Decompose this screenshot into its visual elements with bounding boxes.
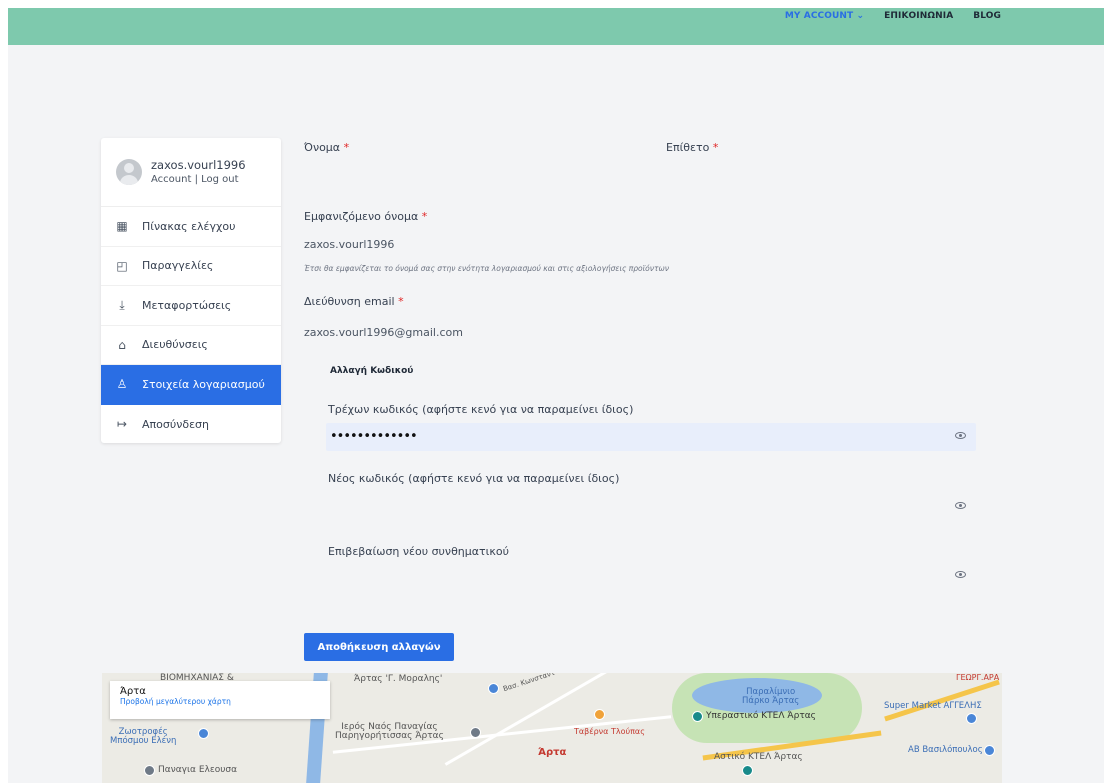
top-nav-links: MY ACCOUNT ⌄ ΕΠΙΚΟΙΝΩΝΙΑ BLOG — [785, 11, 1001, 21]
sidebar-item-downloads[interactable]: ⤓ Μεταφορτώσεις — [101, 286, 281, 326]
shop-pin-icon — [984, 745, 995, 756]
show-password-eye-icon[interactable] — [955, 432, 966, 439]
last-name-label-text: Επίθετο — [666, 141, 710, 154]
confirm-password-field[interactable] — [326, 562, 976, 590]
password-section-title: Αλλαγή Κωδικού — [330, 366, 414, 376]
new-password-label: Νέος κωδικός (αφήστε κενό για να παραμεί… — [328, 472, 620, 485]
street — [444, 673, 620, 766]
sidebar-item-label: Αποσύνδεση — [142, 417, 209, 431]
blog-link[interactable]: BLOG — [973, 11, 1001, 21]
sidebar-item-label: Πίνακας ελέγχου — [142, 219, 236, 233]
logout-icon: ↦ — [116, 417, 128, 432]
sidebar-item-account-details[interactable]: ♙ Στοιχεία λογαριασμού — [101, 365, 281, 405]
confirm-password-label: Επιβεβαίωση νέου συνθηματικού — [328, 545, 509, 558]
current-password-label: Τρέχων κωδικός (αφήστε κενό για να παραμ… — [328, 403, 634, 416]
required-mark: * — [712, 141, 719, 154]
required-mark: * — [343, 141, 350, 154]
map-pin-icon — [488, 683, 499, 694]
sidebar-item-logout[interactable]: ↦ Αποσύνδεση — [101, 405, 281, 444]
display-name-label: Εμφανιζόμενο όνομα * — [304, 210, 427, 223]
larger-map-link[interactable]: Προβολή μεγαλύτερου χάρτη — [120, 697, 320, 706]
download-icon: ⤓ — [119, 297, 125, 312]
map-label-street-kwnst: Βασ. Κωνσταντ — [502, 673, 556, 694]
link-separator: | — [191, 174, 202, 185]
first-name-field[interactable] — [304, 160, 644, 188]
current-password-value: ••••••••••••• — [330, 429, 418, 444]
first-name-label: Όνομα * — [304, 141, 349, 154]
church-pin-icon — [144, 765, 155, 776]
email-field[interactable]: zaxos.vourl1996@gmail.com — [304, 326, 463, 339]
last-name-field[interactable] — [666, 160, 976, 188]
account-sidebar: zaxos.vourl1996 Account | Log out ▦ Πίνα… — [101, 138, 281, 443]
map-label-supermarket: Super Market ΑΓΓΕΛΗΣ — [884, 701, 982, 711]
display-name-label-text: Εμφανιζόμενο όνομα — [304, 210, 419, 223]
map-label-top-right: ΓΕΩΡΓ.ΑΡΑ — [956, 673, 1000, 682]
show-password-eye-icon[interactable] — [955, 502, 966, 509]
email-label: Διεύθυνση email * — [304, 295, 404, 308]
email-label-text: Διεύθυνση email — [304, 295, 395, 308]
required-mark: * — [398, 295, 404, 308]
profile-username: zaxos.vourl1996 — [151, 158, 246, 172]
page-frame: MY ACCOUNT ⌄ ΕΠΙΚΟΙΝΩΝΙΑ BLOG zaxos.vour… — [8, 8, 1104, 783]
bus-pin-icon — [742, 765, 753, 776]
profile-links: Account | Log out — [151, 173, 246, 187]
map-label-taverna: Ταβέρνα Τλούπας — [574, 727, 645, 736]
profile-block: zaxos.vourl1996 Account | Log out — [101, 138, 281, 207]
sidebar-item-orders[interactable]: ◰ Παραγγελίες — [101, 247, 281, 286]
sidebar-item-label: Στοιχεία λογαριασμού — [142, 377, 265, 391]
map-label-church2: Ιερός Ναός Παναγίας Παρηγορήτισσας Άρτας — [335, 722, 444, 741]
church-pin-icon — [470, 727, 481, 738]
home-icon: ⌂ — [118, 337, 126, 352]
map-label-town: Άρτα — [538, 747, 567, 758]
map-label-vasilopoulos: ΑΒ Βασιλόπουλος — [908, 745, 983, 755]
map-label-street-moralis: Άρτας 'Γ. Μοραλης' — [354, 674, 443, 684]
sidebar-item-addresses[interactable]: ⌂ Διευθύνσεις — [101, 326, 281, 365]
map-label-park: Παραλίμνιο Πάρκο Άρτας — [742, 687, 800, 706]
food-pin-icon — [594, 709, 605, 720]
last-name-label: Επίθετο * — [666, 141, 718, 154]
dashboard-icon: ▦ — [116, 219, 128, 234]
display-name-field[interactable]: zaxos.vourl1996 — [304, 238, 394, 251]
map-label-pet-store: Ζωοτροφές Μπόσμου Ελένη — [110, 727, 177, 746]
required-mark: * — [421, 210, 428, 223]
save-changes-button[interactable]: Αποθήκευση αλλαγών — [304, 633, 454, 661]
display-name-hint: Έτσι θα εμφανίζεται το όνομά σας στην εν… — [304, 264, 669, 273]
first-name-label-text: Όνομα — [304, 141, 341, 154]
shop-pin-icon — [198, 728, 209, 739]
contact-link[interactable]: ΕΠΙΚΟΙΝΩΝΙΑ — [884, 11, 953, 21]
map-label-ktel: Υπεραστικό ΚΤΕΛ Άρτας — [706, 711, 816, 721]
embedded-map[interactable]: ΒΙΟΜΗΧΑΝΙΑΣ & Άρτας 'Γ. Μοραλης' Βασ. Κω… — [102, 673, 1002, 783]
orders-icon: ◰ — [116, 258, 128, 273]
sidebar-item-label: Μεταφορτώσεις — [142, 298, 232, 312]
bus-pin-icon — [692, 711, 703, 722]
avatar — [116, 159, 142, 185]
my-account-menu[interactable]: MY ACCOUNT ⌄ — [785, 11, 864, 21]
current-password-field[interactable]: ••••••••••••• — [326, 423, 976, 451]
account-link[interactable]: Account — [151, 174, 191, 185]
show-password-eye-icon[interactable] — [955, 571, 966, 578]
sidebar-item-label: Διευθύνσεις — [142, 338, 208, 352]
user-icon: ♙ — [116, 377, 128, 392]
sidebar-item-dashboard[interactable]: ▦ Πίνακας ελέγχου — [101, 207, 281, 247]
new-password-field[interactable] — [326, 493, 976, 521]
shop-pin-icon — [966, 713, 977, 724]
map-label-ktel2: Αστικό ΚΤΕΛ Άρτας — [714, 752, 803, 762]
top-navigation-bar: MY ACCOUNT ⌄ ΕΠΙΚΟΙΝΩΝΙΑ BLOG — [8, 8, 1104, 45]
map-info-card: Άρτα Προβολή μεγαλύτερου χάρτη — [110, 681, 330, 719]
map-place-title: Άρτα — [120, 686, 146, 697]
logout-link[interactable]: Log out — [201, 174, 238, 185]
map-label-church1: Παναγια Ελεουσα — [158, 765, 238, 775]
sidebar-item-label: Παραγγελίες — [142, 259, 214, 273]
